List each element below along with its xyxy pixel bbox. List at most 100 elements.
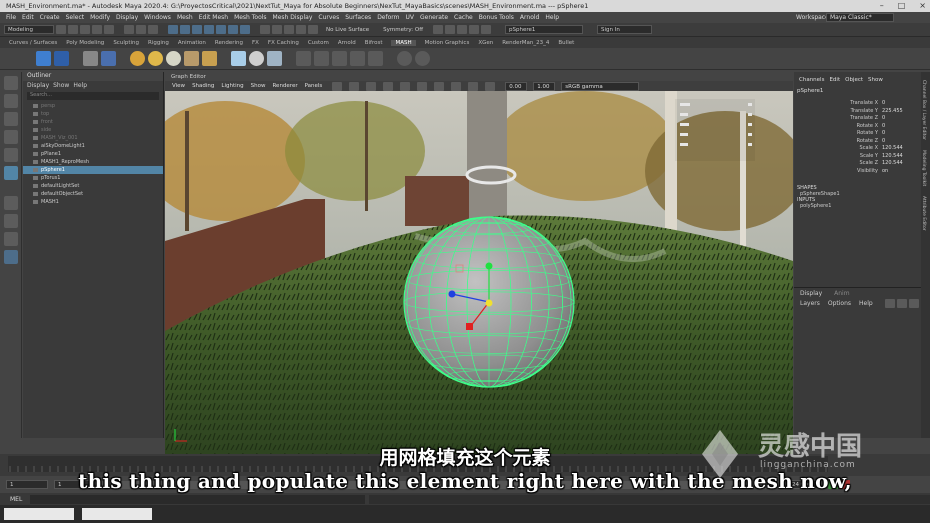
channel-row[interactable]: Scale Z 120.544: [794, 160, 921, 168]
wireframe-icon[interactable]: [349, 81, 360, 91]
channel-row[interactable]: Visibility on: [794, 168, 921, 176]
channel-value[interactable]: 120.544: [882, 145, 903, 153]
taskbar-window-1[interactable]: [4, 508, 74, 520]
terrain-icon[interactable]: [368, 51, 383, 66]
symmetry-label[interactable]: Symmetry: Off: [383, 27, 423, 33]
menu-edit[interactable]: Edit: [22, 14, 34, 21]
channel-value[interactable]: 0: [882, 100, 885, 108]
layer-tab-display[interactable]: Display: [800, 290, 822, 297]
ipr-render-icon[interactable]: [445, 25, 456, 34]
maximize-button[interactable]: □: [898, 1, 906, 10]
hypershade-icon[interactable]: [469, 25, 480, 34]
lights-icon[interactable]: [400, 81, 411, 91]
side-tab-channelbox[interactable]: Channel Box / Layer Editor: [921, 80, 926, 140]
trails-icon[interactable]: [350, 51, 365, 66]
gamma-field[interactable]: 1.00: [533, 81, 556, 91]
vp-menu-renderer[interactable]: Renderer: [272, 83, 297, 89]
light-sun-icon[interactable]: [130, 51, 145, 66]
channelbox-tab-object[interactable]: Object: [845, 77, 863, 83]
viewport-3d[interactable]: [165, 91, 793, 454]
menu-mesh[interactable]: Mesh: [177, 14, 193, 21]
paint-select-icon[interactable]: [3, 112, 18, 126]
grid-icon[interactable]: [485, 81, 496, 91]
mash-create-network-icon[interactable]: [36, 51, 51, 66]
channel-row[interactable]: Rotate Y 0: [794, 130, 921, 138]
menu-generate[interactable]: Generate: [420, 14, 448, 21]
shelf-tab-xgen[interactable]: XGen: [478, 40, 493, 46]
z-axis-handle[interactable]: [448, 290, 456, 298]
channel-value[interactable]: 225.455: [882, 108, 903, 116]
ambient-occlusion-icon[interactable]: [434, 81, 445, 91]
shelf-tab-mash[interactable]: MASH: [391, 39, 416, 46]
x-axis-handle[interactable]: [466, 323, 473, 330]
shelf-tab-rendering[interactable]: Rendering: [215, 40, 243, 46]
outliner-search-input[interactable]: Search...: [27, 92, 159, 100]
channel-row[interactable]: Rotate Z 0: [794, 138, 921, 146]
layer-menu-options[interactable]: Options: [828, 300, 851, 307]
single-pane-layout-icon[interactable]: [3, 214, 18, 228]
redo-icon[interactable]: [104, 25, 114, 34]
outliner-menu-show[interactable]: Show: [53, 82, 69, 89]
menu-windows[interactable]: Windows: [144, 14, 171, 21]
smooth-shade-icon[interactable]: [366, 81, 377, 91]
shelf-tab-renderman[interactable]: RenderMan_23_4: [502, 40, 549, 46]
channel-row[interactable]: Rotate X 0: [794, 123, 921, 131]
layer-options-icon[interactable]: [908, 298, 919, 308]
shelf-tab-sculpting[interactable]: Sculpting: [113, 40, 139, 46]
menu-file[interactable]: File: [6, 14, 16, 21]
minimize-button[interactable]: –: [880, 1, 884, 10]
select-curves-icon[interactable]: [192, 25, 202, 34]
close-button[interactable]: ×: [919, 1, 926, 10]
render-settings-icon[interactable]: [457, 25, 468, 34]
workspace-select[interactable]: Maya Classic*: [826, 13, 894, 22]
xray-icon[interactable]: [468, 81, 479, 91]
menu-uv[interactable]: UV: [406, 14, 415, 21]
layer-menu-layers[interactable]: Layers: [800, 300, 820, 307]
select-object-icon[interactable]: [136, 25, 146, 34]
vp-menu-shading[interactable]: Shading: [192, 83, 214, 89]
select-by-type-icon[interactable]: [168, 25, 178, 34]
channelbox-tab-channels[interactable]: Channels: [799, 77, 824, 83]
mesh-icon[interactable]: [267, 51, 282, 66]
sign-in-button[interactable]: Sign In: [597, 25, 653, 34]
vp-menu-panels[interactable]: Panels: [305, 83, 323, 89]
settings-icon[interactable]: [397, 51, 412, 66]
code-icon[interactable]: [314, 51, 329, 66]
outliner-item[interactable]: MASH1_ReproMesh: [23, 158, 163, 166]
select-surfaces-icon[interactable]: [204, 25, 214, 34]
channel-value[interactable]: 0: [882, 115, 885, 123]
shelf-tab-bifrost[interactable]: Bifrost: [365, 40, 383, 46]
outliner-item[interactable]: pPlane1: [23, 150, 163, 158]
select-hierarchy-icon[interactable]: [124, 25, 134, 34]
channel-row[interactable]: Scale X 120.544: [794, 145, 921, 153]
outliner-item[interactable]: defaultObjectSet: [23, 190, 163, 198]
select-deformations-icon[interactable]: [216, 25, 226, 34]
channel-row[interactable]: Scale Y 120.544: [794, 153, 921, 161]
menu-select[interactable]: Select: [66, 14, 85, 21]
channel-value[interactable]: 0: [882, 123, 885, 131]
channel-value[interactable]: 0: [882, 138, 885, 146]
shelf-tab-rigging[interactable]: Rigging: [148, 40, 169, 46]
select-joints-icon[interactable]: [180, 25, 190, 34]
menu-arnold[interactable]: Arnold: [520, 14, 539, 21]
delete-icon[interactable]: [415, 51, 430, 66]
menu-modify[interactable]: Modify: [90, 14, 110, 21]
scale-tool-icon[interactable]: [3, 166, 18, 180]
menu-help[interactable]: Help: [545, 14, 559, 21]
channel-value[interactable]: 120.544: [882, 160, 903, 168]
light-spot-icon[interactable]: [202, 51, 217, 66]
shelf-tab-fx-caching[interactable]: FX Caching: [268, 40, 299, 46]
text-tool-icon[interactable]: [332, 51, 347, 66]
outliner-item[interactable]: defaultLightSet: [23, 182, 163, 190]
vp-menu-view[interactable]: View: [172, 83, 185, 89]
menu-display[interactable]: Display: [116, 14, 138, 21]
channel-row[interactable]: Translate X 0: [794, 100, 921, 108]
move-tool-icon[interactable]: [3, 130, 18, 144]
live-surface-label[interactable]: No Live Surface: [326, 27, 369, 33]
save-scene-icon[interactable]: [80, 25, 90, 34]
outliner-layout-icon[interactable]: [3, 250, 18, 264]
outliner-item[interactable]: persp: [23, 102, 163, 110]
input-node[interactable]: polySphere1: [794, 203, 921, 209]
outliner-menu-help[interactable]: Help: [73, 82, 87, 89]
outliner-item[interactable]: aiSkyDomeLight1: [23, 142, 163, 150]
